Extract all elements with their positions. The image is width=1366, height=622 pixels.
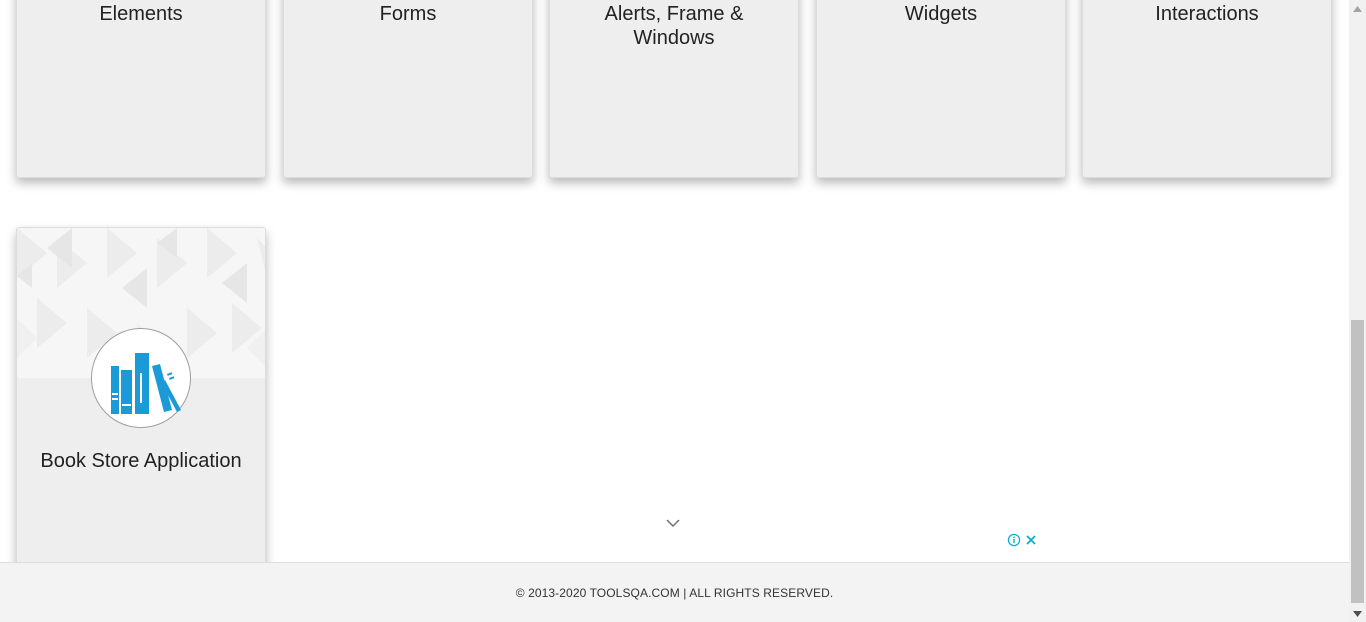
info-icon[interactable] [1007, 533, 1021, 552]
card-title-widgets: Widgets [904, 3, 978, 25]
scroll-up-arrow-icon[interactable] [1349, 0, 1366, 17]
bookshelf-icon [91, 328, 191, 428]
card-title-interactions: Interactions [1155, 3, 1259, 25]
card-title-elements: Elements [99, 3, 183, 25]
vertical-scrollbar[interactable] [1349, 0, 1366, 622]
close-icon[interactable] [1024, 533, 1038, 552]
chevron-down-icon[interactable] [665, 517, 681, 529]
category-card-elements[interactable]: Elements [16, 0, 266, 178]
card-title-book-store: Book Store Application [40, 450, 242, 472]
footer-copyright: © 2013-2020 TOOLSQA.COM | ALL RIGHTS RES… [515, 586, 834, 600]
ad-controls [1007, 533, 1038, 552]
page-footer: © 2013-2020 TOOLSQA.COM | ALL RIGHTS RES… [0, 562, 1349, 622]
category-card-interactions[interactable]: Interactions [1082, 0, 1332, 178]
category-card-forms[interactable]: Forms [283, 0, 533, 178]
card-title-forms: Forms [379, 3, 437, 25]
scroll-down-arrow-icon[interactable] [1349, 605, 1366, 622]
scrollbar-thumb[interactable] [1351, 320, 1364, 603]
page-viewport: Elements Forms Alerts, Frame & Windows W… [0, 0, 1349, 622]
category-card-widgets[interactable]: Widgets [816, 0, 1066, 178]
category-card-book-store[interactable]: Book Store Application [16, 227, 266, 587]
card-title-alerts-frame-windows: Alerts, Frame & Windows [604, 3, 744, 49]
category-card-alerts-frame-windows[interactable]: Alerts, Frame & Windows [549, 0, 799, 178]
